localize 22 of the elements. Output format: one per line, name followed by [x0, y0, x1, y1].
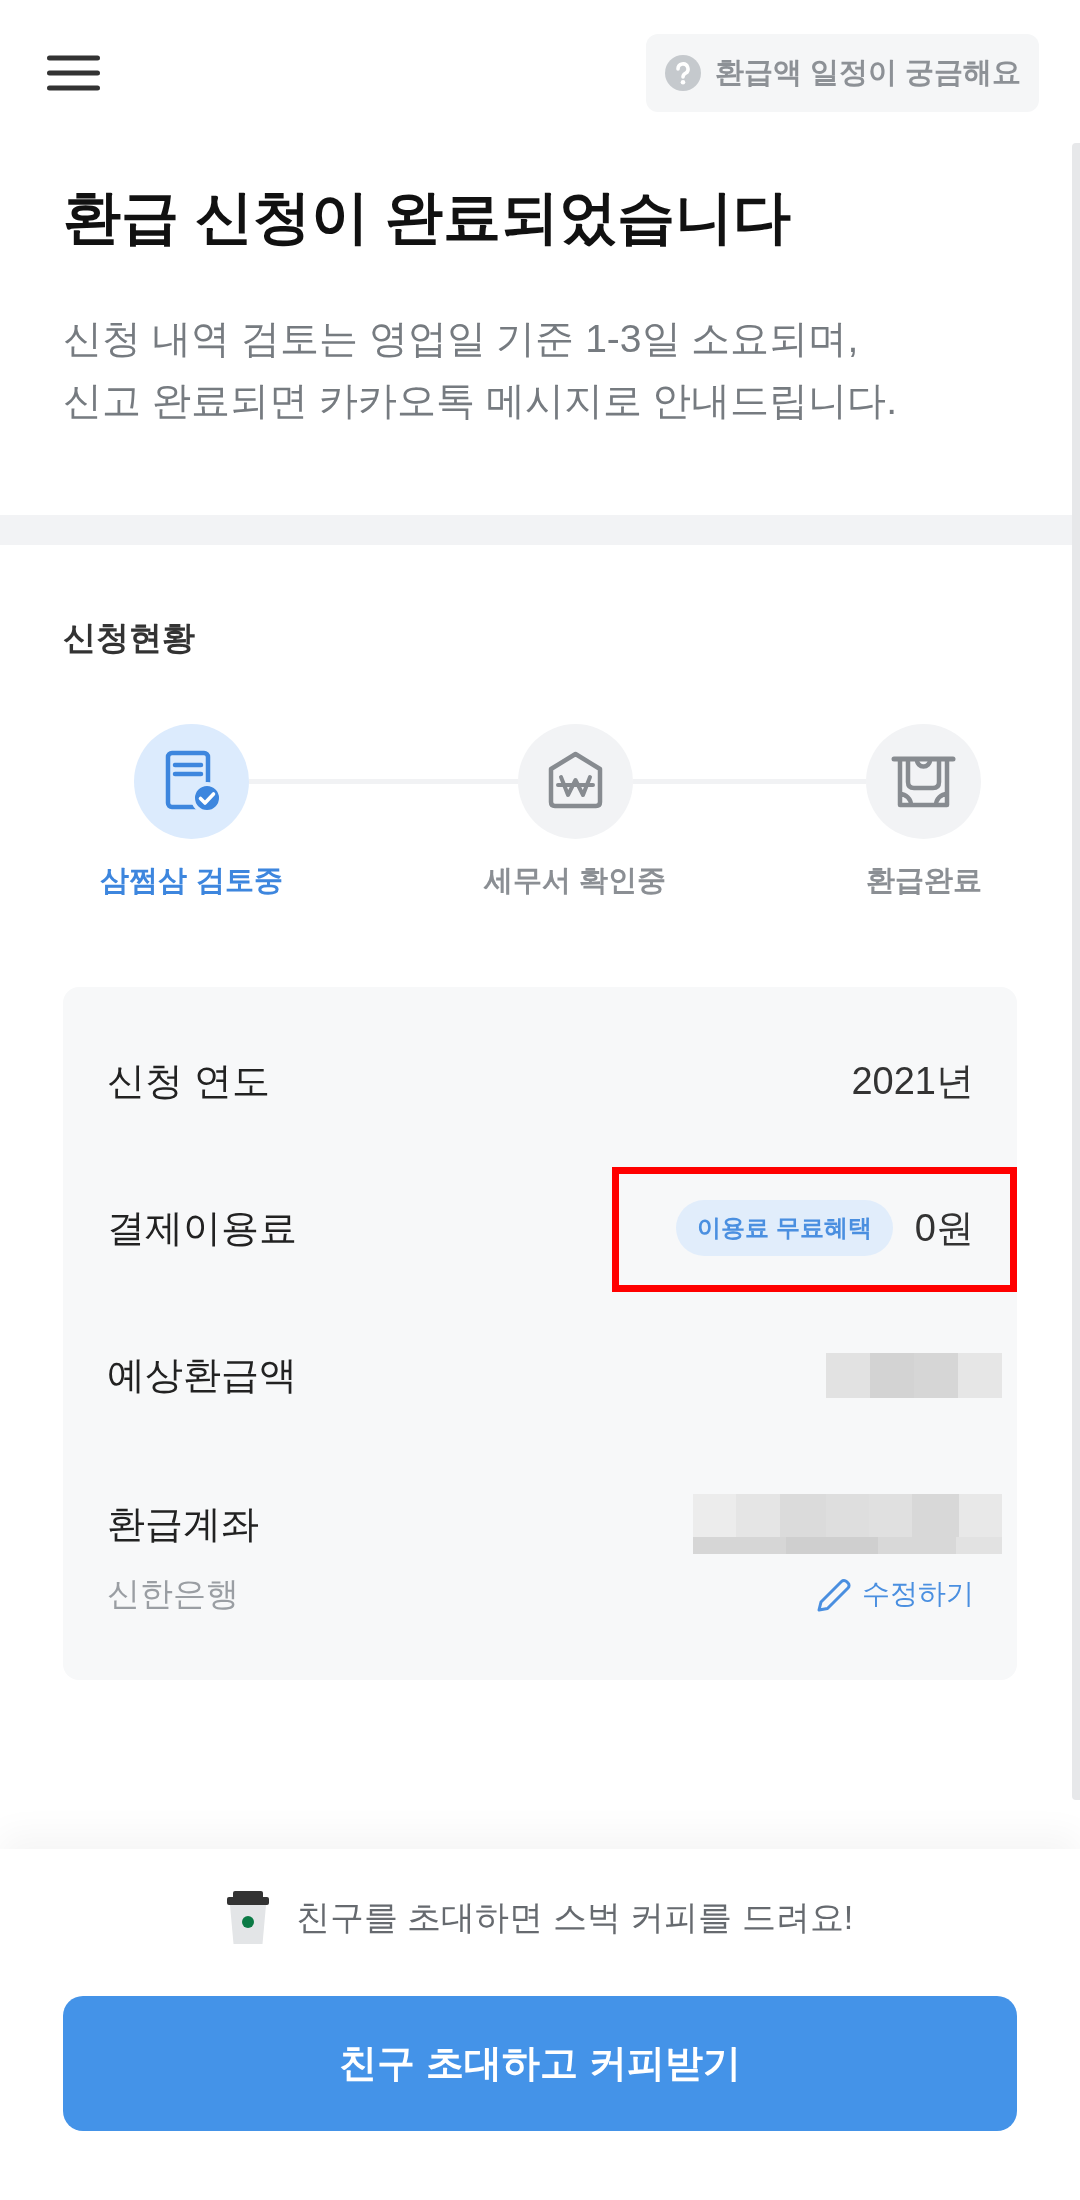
detail-value: 0원: [914, 1206, 974, 1251]
detail-label: 신청 연도: [107, 1059, 270, 1104]
question-icon: [664, 55, 701, 91]
help-button[interactable]: 환급액 일정이 궁금해요: [645, 34, 1039, 112]
description-text: 신청 내역 검토는 영업일 기준 1-3일 소요되며, 신고 완료되면 카카오톡 메시지로 안내드립니다.: [63, 316, 899, 424]
page-title: 환급 신청이 완료되었습니다: [63, 183, 793, 251]
menu-icon[interactable]: [47, 55, 100, 91]
detail-label: 결제이용료: [107, 1206, 297, 1251]
bank-name: 신한은행: [107, 1574, 239, 1614]
benefit-badge: 이용료 무료혜택: [676, 1200, 893, 1256]
invite-message: 친구를 초대하면 스벅 커피를 드려요!: [295, 1897, 854, 1938]
section-heading: 신청현황: [63, 618, 196, 658]
step-label: 삼쩜삼 검토중: [100, 863, 283, 898]
detail-value: 2021년: [851, 1059, 974, 1104]
coffee-cup-icon: [226, 1890, 269, 1944]
step-label: 환급완료: [865, 863, 982, 898]
detail-label: 환급계좌: [107, 1502, 259, 1547]
scrollbar[interactable]: [1072, 143, 1080, 1800]
detail-label: 예상환급액: [107, 1353, 297, 1398]
invite-button[interactable]: 친구 초대하고 커피받기: [63, 1996, 1017, 2131]
edit-link[interactable]: 수정하기: [814, 1572, 974, 1616]
step-label: 세무서 확인중: [484, 863, 667, 898]
